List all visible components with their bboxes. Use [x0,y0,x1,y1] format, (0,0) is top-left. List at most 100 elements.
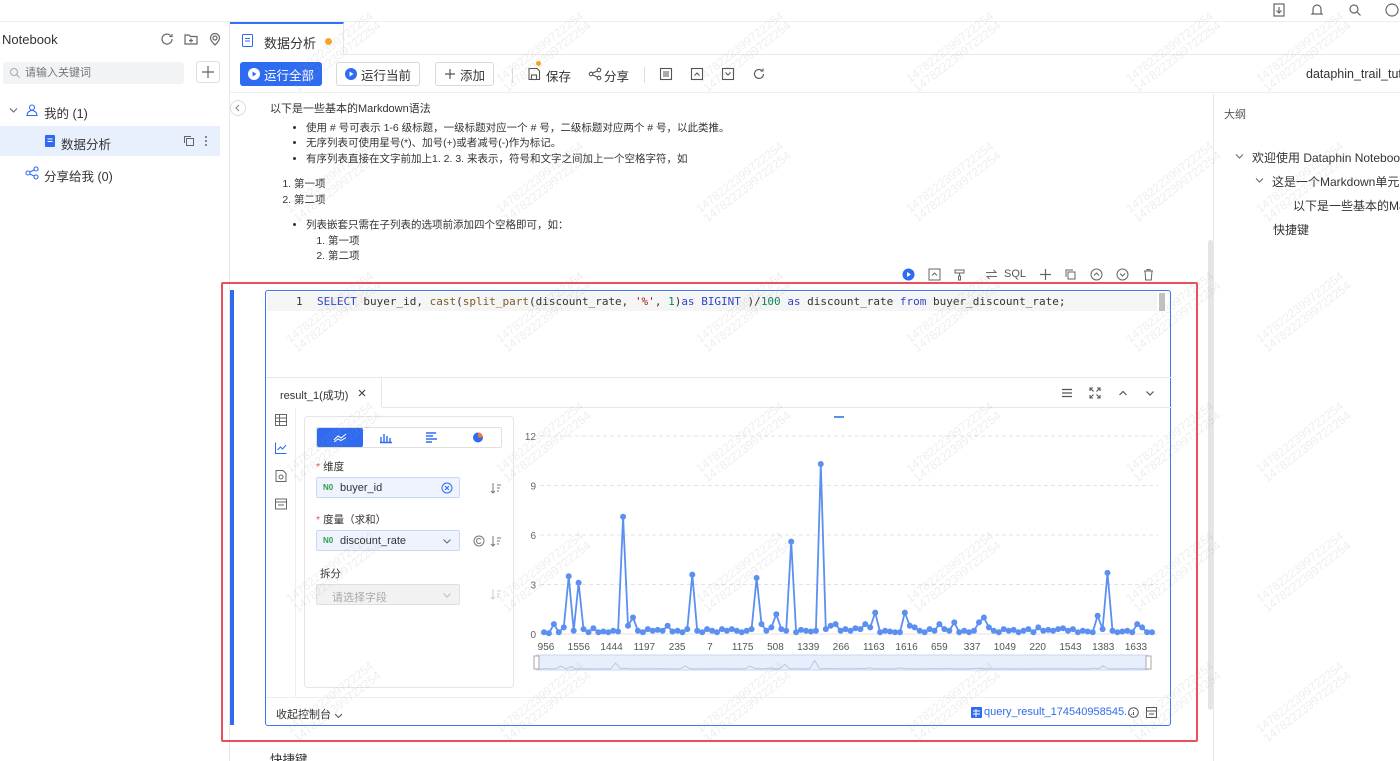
markdown-cell[interactable]: 以下是一些基本的Markdown语法 使用 # 号可表示 1-6 级标题，一级标… [270,102,730,265]
sql-cell[interactable]: 1 SELECT buyer_id, cast(split_part(disco… [265,290,1172,726]
chevron-left-icon [235,104,240,112]
table-view-icon[interactable] [274,413,288,427]
copy-icon[interactable] [183,135,195,147]
share-icon[interactable] [588,67,602,81]
refresh-icon[interactable] [159,31,175,47]
more-icon[interactable] [203,135,209,147]
query-result-link[interactable]: query_result_174540958545... [984,706,1133,718]
outline-item-label: 以下是一些基本的Markdown [1293,199,1400,213]
menu-icon[interactable] [1060,386,1074,400]
x-tick-label: 235 [669,642,686,653]
tab-notebook[interactable]: 数据分析 [230,22,344,55]
chevron-down-icon[interactable] [1143,386,1157,400]
run-all-button[interactable]: 运行全部 [240,62,323,86]
chevron-down-icon[interactable] [9,106,18,115]
result-tab[interactable]: result_1(成功) [266,378,382,408]
fullscreen-icon[interactable] [1088,386,1102,400]
bell-icon[interactable] [1309,2,1325,18]
export-icon[interactable] [1271,2,1287,18]
list-view-icon[interactable] [659,67,673,81]
switch-type-icon[interactable] [985,268,998,281]
copy-icon[interactable] [1064,268,1077,281]
outline-item[interactable]: 快捷键 [1273,221,1309,238]
cell-type-label[interactable]: SQL [1004,268,1026,280]
active-cell-bar [230,290,234,725]
x-tick-label: 220 [1029,642,1046,653]
collapse-sidebar-button[interactable] [230,100,246,116]
move-up-icon[interactable] [1090,268,1103,281]
tree-item-shared[interactable]: 分享给我 (0) [0,158,230,188]
collapse-console-button[interactable]: 收起控制台 [276,706,343,722]
export-data-icon[interactable] [274,497,288,511]
data-point [615,628,622,635]
console-footer: 收起控制台 query_result_174540958545... [266,697,1172,726]
line-chart[interactable]: 0 3 6 9 12 956 1556 1444 1197 235 7 1175 508 1339 266 1… [516,416,1162,686]
collapse-up-icon[interactable] [690,67,704,81]
outline-item[interactable]: 这是一个Markdown单元 [1255,173,1399,190]
locate-icon[interactable] [207,31,223,47]
format-icon[interactable] [953,268,966,281]
aggregate-icon[interactable] [473,535,485,547]
help-icon[interactable] [1384,2,1400,18]
file-search-icon[interactable] [274,469,288,483]
outline-item[interactable]: 以下是一些基本的Markdown [1293,197,1400,214]
run-cell-icon[interactable] [902,268,915,281]
collapse-console-label: 收起控制台 [276,709,331,721]
save-button[interactable]: 保存 [546,66,571,85]
markdown-nested-item: 第一项 [328,234,730,250]
sidebar-search[interactable] [3,62,184,84]
delete-icon[interactable] [1142,268,1155,281]
outline-item-label: 这是一个Markdown单元 [1272,175,1400,189]
run-current-button[interactable]: 运行当前 [336,62,421,86]
markdown-bullet: 有序列表直接在文字前加上1. 2. 3. 来表示，符号和文字之间加上一个空格字符… [306,152,730,168]
data-point [1089,629,1096,636]
chevron-down-icon[interactable] [1255,176,1264,185]
expand-down-icon[interactable] [721,67,735,81]
restart-icon[interactable] [752,67,766,81]
search-input[interactable] [3,62,184,84]
move-down-icon[interactable] [1116,268,1129,281]
run-above-icon[interactable] [928,268,941,281]
pie-chart-type[interactable] [455,428,501,447]
data-point [689,571,696,578]
chevron-down-icon[interactable] [1235,152,1244,161]
sort-icon[interactable] [490,535,502,547]
close-icon[interactable] [356,387,368,399]
outline-panel: 大纲 欢迎使用 Dataphin Notebook 这是一个Markdown单元… [1213,94,1400,761]
code-editor[interactable]: 1 SELECT buyer_id, cast(split_part(disco… [266,291,1172,377]
data-point [1030,629,1037,636]
measure-field[interactable]: N0 discount_rate [316,530,460,551]
code-scrollbar[interactable] [1159,293,1165,311]
split-field[interactable]: 请选择字段 [316,584,460,605]
sort-icon[interactable] [490,482,502,494]
unsaved-indicator [536,61,541,66]
outline-item[interactable]: 欢迎使用 Dataphin Notebook [1235,149,1400,166]
share-button[interactable]: 分享 [604,66,629,85]
download-icon[interactable] [1146,707,1157,718]
data-point [852,625,859,632]
data-point [565,573,572,580]
dimension-field[interactable]: N0 buyer_id [316,477,460,498]
chevron-down-icon[interactable] [441,589,453,601]
code-line[interactable]: SELECT buyer_id, cast(split_part(discoun… [317,295,1065,308]
hbar-chart-type[interactable] [409,428,455,447]
plus-icon [445,69,455,79]
add-cell-icon[interactable] [1039,268,1052,281]
chart-view-icon[interactable] [274,441,288,455]
add-cell-button[interactable]: 添加 [435,62,495,86]
tree-item-notebook[interactable]: 数据分析 [0,126,220,156]
save-icon[interactable] [527,67,541,81]
clear-icon[interactable] [441,482,453,494]
search-icon[interactable] [1347,2,1363,18]
new-folder-icon[interactable] [183,31,199,47]
info-icon[interactable] [1128,707,1139,718]
result-chart[interactable]: 0 3 6 9 12 956 1556 1444 1197 235 7 1175 508 1339 266 1… [516,416,1162,686]
add-notebook-button[interactable] [196,61,220,83]
play-circle-icon [345,68,357,80]
chevron-up-icon[interactable] [1116,386,1130,400]
dimension-value: buyer_id [340,482,383,494]
tree-item-mine[interactable]: 我的 (1) [0,95,230,125]
bar-chart-type[interactable] [363,428,409,447]
chevron-down-icon[interactable] [441,535,453,547]
line-chart-type[interactable] [317,428,363,447]
